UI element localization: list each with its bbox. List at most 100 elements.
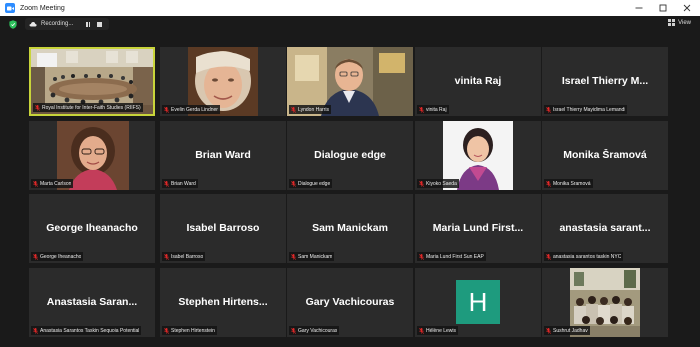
muted-mic-icon (546, 180, 551, 187)
muted-mic-icon (546, 327, 551, 334)
participant-display-name: Isabel Barroso (186, 222, 260, 234)
participant-tile[interactable]: Lyndon Harris (287, 47, 413, 116)
participant-name: Israel Thierry Mayidima Lemandi (553, 106, 626, 113)
participant-name-tag: Sushrut Jadhav (544, 326, 590, 335)
participant-tile[interactable]: Monika Šramová Monika Šramová (542, 121, 668, 190)
meeting-toolbar: Recording... View (0, 16, 700, 32)
participant-name-tag: Royal Institute for Inter-Faith Studies … (33, 103, 143, 112)
muted-mic-icon (291, 327, 296, 334)
participant-name-tag: Maria Lund First Sun EAP (417, 252, 486, 261)
participant-display-name: George Iheanacho (46, 222, 138, 234)
muted-mic-icon (291, 106, 296, 113)
participant-name: Royal Institute for Inter-Faith Studies … (42, 104, 141, 111)
participant-display-name: Monika Šramová (563, 149, 647, 161)
muted-mic-icon (33, 327, 38, 334)
participant-tile[interactable]: Marta Carlson (29, 121, 155, 190)
participant-tile[interactable]: Royal Institute for Inter-Faith Studies … (29, 47, 155, 116)
participant-tile[interactable]: Gary Vachicouras Gary Vachicouras (287, 268, 413, 337)
participant-name: Anastasia Sarantos Taskin Sequoia Potent… (40, 327, 140, 334)
participant-name-tag: Isabel Barroso (162, 252, 206, 261)
participant-display-name: Israel Thierry M... (561, 75, 649, 87)
grid-view-icon (668, 19, 676, 26)
participant-tile[interactable]: Maria Lund First... Maria Lund First Sun… (415, 194, 541, 263)
participant-name: Gary Vachicouras (298, 327, 338, 334)
participant-name-tag: vinita Raj (417, 105, 449, 114)
muted-mic-icon (291, 253, 296, 260)
encryption-shield-icon[interactable] (9, 19, 17, 29)
muted-mic-icon (546, 106, 551, 113)
participant-name-tag: Brian Ward (162, 179, 198, 188)
view-button[interactable]: View (668, 19, 691, 26)
participant-tile[interactable]: Anastasia Saran... Anastasia Sarantos Ta… (29, 268, 155, 337)
participant-name-tag: Israel Thierry Mayidima Lemandi (544, 105, 628, 114)
participant-name: Dialogue edge (298, 180, 331, 187)
muted-mic-icon (164, 180, 169, 187)
muted-mic-icon (291, 180, 296, 187)
participant-name: Marta Carlson (40, 180, 72, 187)
participant-name-tag: Evelin Gerda Lindner (162, 105, 220, 114)
participant-tile[interactable]: H Hélène Lewis (415, 268, 541, 337)
participant-tile[interactable]: Israel Thierry M... Israel Thierry Mayid… (542, 47, 668, 116)
participant-tile[interactable]: Stephen Hirtens... Stephen Hirtenstein (160, 268, 286, 337)
participant-name-tag: Dialogue edge (289, 179, 333, 188)
participant-name: Brian Ward (171, 180, 196, 187)
participant-name: Stephen Hirtenstein (171, 327, 215, 334)
participant-name-tag: Stephen Hirtenstein (162, 326, 217, 335)
participant-name: Isabel Barroso (171, 253, 204, 260)
participant-tile[interactable]: vinita Raj vinita Raj (415, 47, 541, 116)
participant-name-tag: Kiyoko Saeda (417, 179, 459, 188)
participant-name: Maria Lund First Sun EAP (426, 253, 484, 260)
window-title: Zoom Meeting (20, 4, 65, 12)
participant-display-name: Stephen Hirtens... (178, 296, 268, 308)
minimize-button[interactable] (627, 0, 651, 16)
participant-name-tag: Hélène Lewis (417, 326, 459, 335)
muted-mic-icon (164, 253, 169, 260)
participant-tile[interactable]: Brian Ward Brian Ward (160, 121, 286, 190)
pause-recording-button[interactable] (84, 20, 92, 28)
participant-tile[interactable]: Sam Manickam Sam Manickam (287, 194, 413, 263)
participant-name-tag: George Iheanacho (31, 252, 84, 261)
participant-avatar: H (456, 280, 500, 324)
participant-display-name: vinita Raj (454, 75, 502, 87)
participant-name: vinita Raj (426, 106, 447, 113)
participant-name: Monika Šramová (553, 180, 591, 187)
participant-tile[interactable]: George Iheanacho George Iheanacho (29, 194, 155, 263)
close-button[interactable] (675, 0, 699, 16)
participant-name: Sushrut Jadhav (553, 327, 588, 334)
zoom-logo-icon (5, 3, 15, 13)
maximize-button[interactable] (651, 0, 675, 16)
view-label: View (678, 19, 691, 26)
muted-mic-icon (419, 180, 424, 187)
participant-name: Sam Manickam (298, 253, 333, 260)
muted-mic-icon (35, 104, 40, 111)
participant-name-tag: Sam Manickam (289, 252, 335, 261)
recording-indicator: Recording... (25, 18, 109, 30)
participant-name-tag: anastasia sarantos taskin NYC (544, 252, 624, 261)
participant-tile[interactable]: Evelin Gerda Lindner (160, 47, 286, 116)
participant-display-name: Dialogue edge (314, 149, 386, 161)
participant-display-name: Sam Manickam (312, 222, 388, 234)
participant-tile[interactable]: Kiyoko Saeda (415, 121, 541, 190)
stop-recording-button[interactable] (95, 20, 103, 28)
participant-display-name: Anastasia Saran... (46, 296, 138, 308)
participant-tile[interactable]: Dialogue edge Dialogue edge (287, 121, 413, 190)
participant-name-tag: Monika Šramová (544, 179, 593, 188)
muted-mic-icon (546, 253, 551, 260)
participant-display-name: Maria Lund First... (432, 222, 524, 234)
participant-tile[interactable]: Sushrut Jadhav (542, 268, 668, 337)
muted-mic-icon (33, 180, 38, 187)
participant-tile[interactable]: anastasia sarant... anastasia sarantos t… (542, 194, 668, 263)
participant-name-tag: Marta Carlson (31, 179, 74, 188)
muted-mic-icon (33, 253, 38, 260)
participant-name-tag: Lyndon Harris (289, 105, 331, 114)
participant-name-tag: Anastasia Sarantos Taskin Sequoia Potent… (31, 326, 142, 335)
participant-name: George Iheanacho (40, 253, 82, 260)
participant-name: anastasia sarantos taskin NYC (553, 253, 622, 260)
participant-tile[interactable]: Isabel Barroso Isabel Barroso (160, 194, 286, 263)
participant-display-name: Brian Ward (195, 149, 251, 161)
recording-label: Recording... (41, 21, 74, 27)
participant-display-name: anastasia sarant... (559, 222, 651, 234)
cloud-recording-icon (29, 22, 37, 27)
participant-display-name: Gary Vachicouras (305, 296, 395, 308)
participant-name: Lyndon Harris (298, 106, 329, 113)
